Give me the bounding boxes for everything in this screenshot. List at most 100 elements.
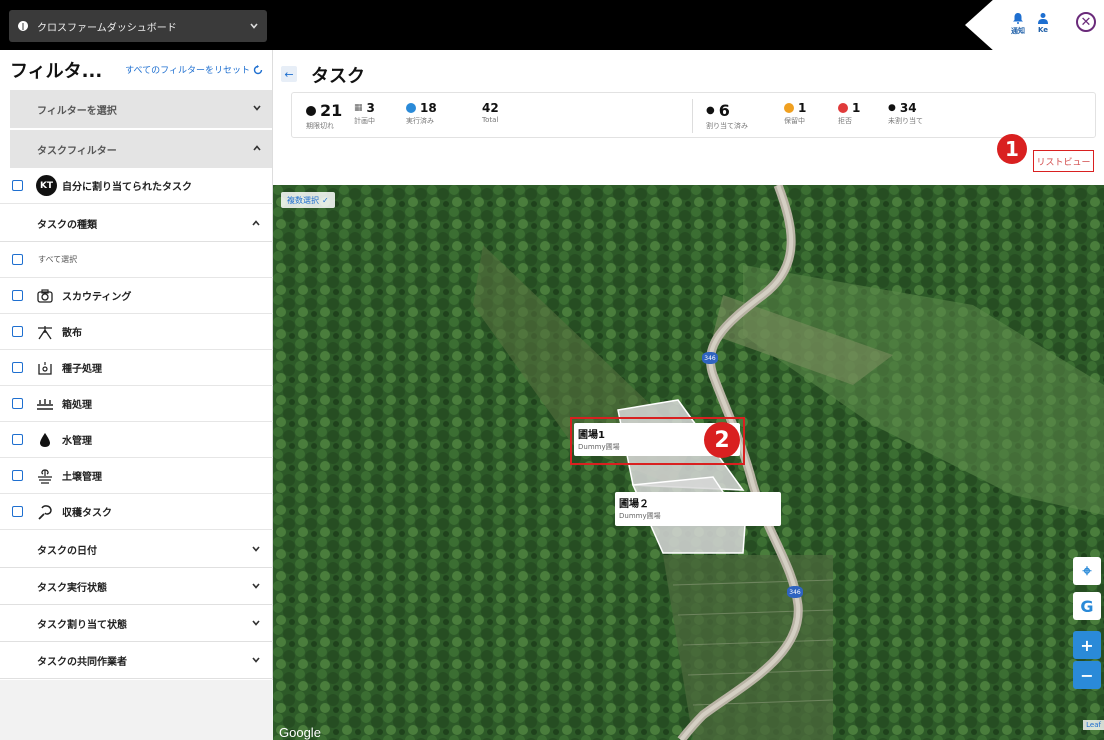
chevron-up-icon bbox=[252, 220, 260, 226]
chevron-down-icon bbox=[252, 620, 260, 626]
back-arrow-icon[interactable]: ← bbox=[281, 66, 297, 82]
section-task-execution[interactable]: タスク実行状態 bbox=[0, 568, 273, 605]
user-menu[interactable]: Ke bbox=[1037, 12, 1049, 34]
checkbox[interactable] bbox=[12, 398, 23, 409]
checkbox[interactable] bbox=[12, 254, 23, 265]
stat-label: 実行済み bbox=[406, 117, 434, 125]
section-label: タスク実行状態 bbox=[37, 582, 107, 594]
callout-badge-1: 1 bbox=[997, 134, 1027, 164]
stat-value: 1 bbox=[798, 101, 807, 115]
multi-select-label: 複数選択 bbox=[287, 195, 319, 205]
checkbox[interactable] bbox=[12, 506, 23, 517]
callout-badge-2: 2 bbox=[704, 422, 740, 458]
stat-planned[interactable]: ▦ 3 計画中 bbox=[354, 101, 375, 126]
stat-overdue[interactable]: 21 期限切れ bbox=[306, 101, 342, 131]
chevron-down-icon bbox=[250, 23, 258, 29]
task-type-box-treatment[interactable]: 箱処理 bbox=[0, 386, 273, 422]
stat-executed[interactable]: 18 実行済み bbox=[406, 101, 437, 126]
notifications-button[interactable]: 通知 bbox=[1011, 12, 1025, 36]
section-label: タスクの日付 bbox=[37, 545, 97, 557]
stat-unassigned[interactable]: ● 34 未割り当て bbox=[888, 101, 923, 126]
stat-label: 拒否 bbox=[838, 117, 852, 125]
leaflet-attribution[interactable]: Leaf bbox=[1083, 720, 1104, 730]
google-map-button[interactable]: G bbox=[1073, 592, 1101, 620]
task-type-label: 種子処理 bbox=[62, 364, 102, 375]
assigned-to-me-filter[interactable]: KT 自分に割り当てられたタスク bbox=[0, 168, 273, 204]
checkbox[interactable] bbox=[12, 362, 23, 373]
section-task-date[interactable]: タスクの日付 bbox=[0, 531, 273, 568]
page-title: タスク bbox=[311, 66, 365, 87]
task-type-label: スカウティング bbox=[62, 292, 132, 303]
reset-filters-button[interactable]: すべてのフィルターをリセット bbox=[125, 63, 263, 76]
stat-label: 期限切れ bbox=[306, 122, 334, 130]
stat-value: 21 bbox=[320, 101, 343, 120]
stat-rejected[interactable]: 1 拒否 bbox=[838, 101, 860, 126]
sidebar-footer bbox=[0, 680, 273, 740]
checkbox[interactable] bbox=[12, 290, 23, 301]
checkbox[interactable] bbox=[12, 326, 23, 337]
task-type-water[interactable]: 水管理 bbox=[0, 422, 273, 458]
route-sign: 346 bbox=[787, 586, 803, 598]
route-sign: 346 bbox=[702, 352, 718, 364]
locate-button[interactable]: ⌖ bbox=[1073, 557, 1101, 585]
sprayer-icon bbox=[36, 323, 54, 341]
user-label: Ke bbox=[1037, 26, 1049, 34]
task-filter-label: タスクフィルター bbox=[37, 145, 117, 157]
multi-select-button[interactable]: 複数選択 ✓ bbox=[281, 192, 335, 208]
satellite-map[interactable]: 複数選択 ✓ 346 346 圃場1 Dummy圃場 2 圃場２ Dummy圃場… bbox=[273, 185, 1104, 740]
zoom-in-button[interactable]: + bbox=[1073, 631, 1101, 659]
task-type-seed-treatment[interactable]: 種子処理 bbox=[0, 350, 273, 386]
select-filter-label: フィルターを選択 bbox=[37, 105, 117, 117]
field-label-2[interactable]: 圃場２ Dummy圃場 bbox=[615, 492, 781, 526]
task-type-scouting[interactable]: スカウティング bbox=[0, 278, 273, 314]
stat-total[interactable]: 42 Total bbox=[482, 101, 499, 124]
water-drop-icon bbox=[36, 431, 54, 449]
select-all-filter[interactable]: すべて選択 bbox=[0, 242, 273, 278]
section-task-collaborators[interactable]: タスクの共同作業者 bbox=[0, 642, 273, 679]
close-icon[interactable]: ✕ bbox=[1076, 12, 1096, 32]
task-filter-toggle[interactable]: タスクフィルター bbox=[10, 130, 272, 168]
avatar: KT bbox=[36, 175, 57, 196]
stats-divider bbox=[692, 99, 693, 133]
stat-pending[interactable]: 1 保留中 bbox=[784, 101, 806, 126]
checkbox[interactable] bbox=[12, 470, 23, 481]
task-type-label: 水管理 bbox=[62, 436, 92, 447]
user-icon bbox=[1038, 13, 1048, 24]
task-type-label: 土壌管理 bbox=[62, 472, 102, 483]
google-logo: Google bbox=[279, 725, 321, 740]
list-view-button[interactable]: リストビュー bbox=[1033, 150, 1094, 172]
box-treatment-icon bbox=[36, 395, 54, 413]
farm-name: クロスファームダッシュボード bbox=[37, 22, 177, 34]
checkbox[interactable] bbox=[12, 434, 23, 445]
field-subtitle: Dummy圃場 bbox=[619, 512, 661, 520]
main-header: ← タスク 21 期限切れ ▦ 3 計画中 18 実行済み 42 Total ● 6… bbox=[273, 50, 1104, 185]
task-type-soil[interactable]: 土壌管理 bbox=[0, 458, 273, 494]
filter-header: フィルタ... すべてのフィルターをリセット bbox=[0, 50, 273, 90]
chevron-down-icon bbox=[252, 583, 260, 589]
section-task-assignment[interactable]: タスク割り当て状態 bbox=[0, 605, 273, 642]
select-all-label: すべて選択 bbox=[38, 255, 78, 264]
person-icon: ● bbox=[706, 105, 715, 116]
checkbox[interactable] bbox=[12, 180, 23, 191]
stat-value: 34 bbox=[899, 101, 917, 115]
farm-selector[interactable]: クロスファームダッシュボード bbox=[9, 10, 267, 42]
task-type-header[interactable]: タスクの種類 bbox=[0, 205, 273, 242]
bell-icon bbox=[1013, 13, 1023, 24]
stat-value: 1 bbox=[852, 101, 861, 115]
chevron-down-icon bbox=[252, 546, 260, 552]
stat-assigned[interactable]: ● 6 割り当て済み bbox=[706, 101, 748, 131]
check-icon: ✓ bbox=[322, 195, 329, 205]
farm-logo-icon bbox=[18, 21, 28, 31]
top-bar: クロスファームダッシュボード 通知 Ke ✕ bbox=[0, 0, 1104, 50]
task-type-harvest[interactable]: 収穫タスク bbox=[0, 494, 273, 530]
zoom-out-button[interactable]: − bbox=[1073, 661, 1101, 689]
user-area: 通知 Ke ✕ bbox=[965, 0, 1104, 50]
select-filter-dropdown[interactable]: フィルターを選択 bbox=[10, 90, 272, 128]
sickle-icon bbox=[36, 503, 54, 521]
field-name: 圃場２ bbox=[619, 499, 649, 510]
stat-label: 計画中 bbox=[354, 117, 375, 125]
task-type-spraying[interactable]: 散布 bbox=[0, 314, 273, 350]
stat-value: 42 bbox=[482, 101, 499, 115]
chevron-down-icon bbox=[253, 105, 261, 111]
person-icon: ● bbox=[888, 103, 896, 113]
